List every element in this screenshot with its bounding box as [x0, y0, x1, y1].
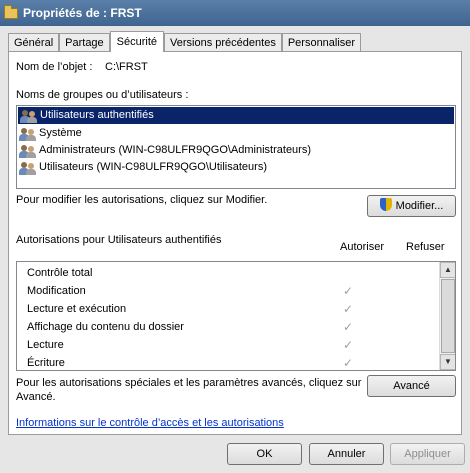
allow-column-header: Autoriser — [340, 241, 385, 253]
permissions-list[interactable]: Contrôle total Modification ✓ Lecture et ex… — [16, 261, 456, 371]
permission-name: Lecture — [27, 339, 64, 351]
permission-row: Affichage du contenu du dossier ✓ — [17, 318, 455, 336]
properties-dialog: Propriétés de : FRST Général Partage Séc… — [0, 0, 470, 473]
users-group-icon — [20, 109, 38, 123]
tab-strip: Général Partage Sécurité Versions précéd… — [8, 31, 362, 52]
tab-general[interactable]: Général — [8, 33, 60, 52]
advanced-hint-line2: Avancé. — [16, 391, 56, 403]
allow-check-icon: ✓ — [343, 356, 354, 370]
permission-name: Affichage du contenu du dossier — [27, 321, 184, 333]
list-item-label: Système — [39, 127, 82, 139]
security-panel: Nom de l’objet : C:\FRST Noms de groupes… — [8, 51, 462, 435]
list-item-system[interactable]: Système — [17, 125, 455, 142]
object-name-value: C:\FRST — [105, 61, 148, 73]
vertical-scrollbar[interactable]: ▲ ▼ — [439, 262, 455, 370]
list-item-users[interactable]: Utilisateurs (WIN-C98ULFR9QGO\Utilisateu… — [17, 159, 455, 176]
permission-row: Lecture et exécution ✓ — [17, 300, 455, 318]
cancel-button[interactable]: Annuler — [309, 443, 384, 465]
users-group-icon — [19, 144, 37, 158]
allow-check-icon: ✓ — [343, 320, 354, 334]
tab-sharing[interactable]: Partage — [59, 33, 110, 52]
permission-row: Modification ✓ — [17, 282, 455, 300]
scroll-down-arrow-icon[interactable]: ▼ — [440, 354, 455, 370]
groups-label: Noms de groupes ou d’utilisateurs : — [16, 89, 189, 101]
scroll-thumb[interactable] — [441, 279, 455, 353]
permission-row: Lecture ✓ — [17, 336, 455, 354]
users-group-icon — [19, 127, 37, 141]
folder-icon — [4, 4, 18, 19]
allow-check-icon: ✓ — [343, 284, 354, 298]
list-item-label: Utilisateurs authentifiés — [40, 109, 154, 121]
permission-name: Modification — [27, 285, 86, 297]
list-item-administrators[interactable]: Administrateurs (WIN-C98ULFR9QGO\Adminis… — [17, 142, 455, 159]
window-title: Propriétés de : FRST — [23, 6, 142, 20]
title-bar[interactable]: Propriétés de : FRST — [0, 0, 470, 26]
allow-check-icon: ✓ — [343, 338, 354, 352]
groups-listbox[interactable]: Utilisateurs authentifiés Système Admini… — [16, 105, 456, 189]
list-item-label: Utilisateurs (WIN-C98ULFR9QGO\Utilisateu… — [39, 161, 267, 173]
ok-button[interactable]: OK — [227, 443, 302, 465]
deny-column-header: Refuser — [406, 241, 445, 253]
advanced-button[interactable]: Avancé — [367, 375, 456, 397]
advanced-hint-line1: Pour les autorisations spéciales et les … — [16, 377, 362, 389]
access-control-info-link[interactable]: Informations sur le contrôle d’accès et … — [16, 417, 284, 429]
allow-check-icon: ✓ — [343, 302, 354, 316]
permissions-title: Autorisations pour Utilisateurs authenti… — [16, 234, 222, 246]
list-item-label: Administrateurs (WIN-C98ULFR9QGO\Adminis… — [39, 144, 312, 156]
scroll-up-arrow-icon[interactable]: ▲ — [440, 262, 455, 278]
uac-shield-icon — [379, 198, 392, 211]
list-item-authenticated-users[interactable]: Utilisateurs authentifiés — [18, 107, 454, 124]
modify-hint: Pour modifier les autorisations, cliquez… — [16, 194, 268, 206]
permission-name: Écriture — [27, 357, 65, 369]
permission-name: Lecture et exécution — [27, 303, 127, 315]
permission-name: Contrôle total — [27, 267, 93, 279]
modify-button-label: Modifier... — [395, 200, 444, 212]
object-name-label: Nom de l’objet : — [16, 61, 93, 73]
permissions-rows: Contrôle total Modification ✓ Lecture et ex… — [17, 262, 455, 370]
users-group-icon — [19, 161, 37, 175]
permission-row: Écriture ✓ — [17, 354, 455, 370]
tab-security[interactable]: Sécurité — [109, 31, 165, 52]
apply-button[interactable]: Appliquer — [390, 443, 465, 465]
tab-previous-versions[interactable]: Versions précédentes — [164, 33, 282, 52]
tab-customize[interactable]: Personnaliser — [281, 33, 362, 52]
permission-row: Contrôle total — [17, 264, 455, 282]
modify-button[interactable]: Modifier... — [367, 195, 456, 217]
